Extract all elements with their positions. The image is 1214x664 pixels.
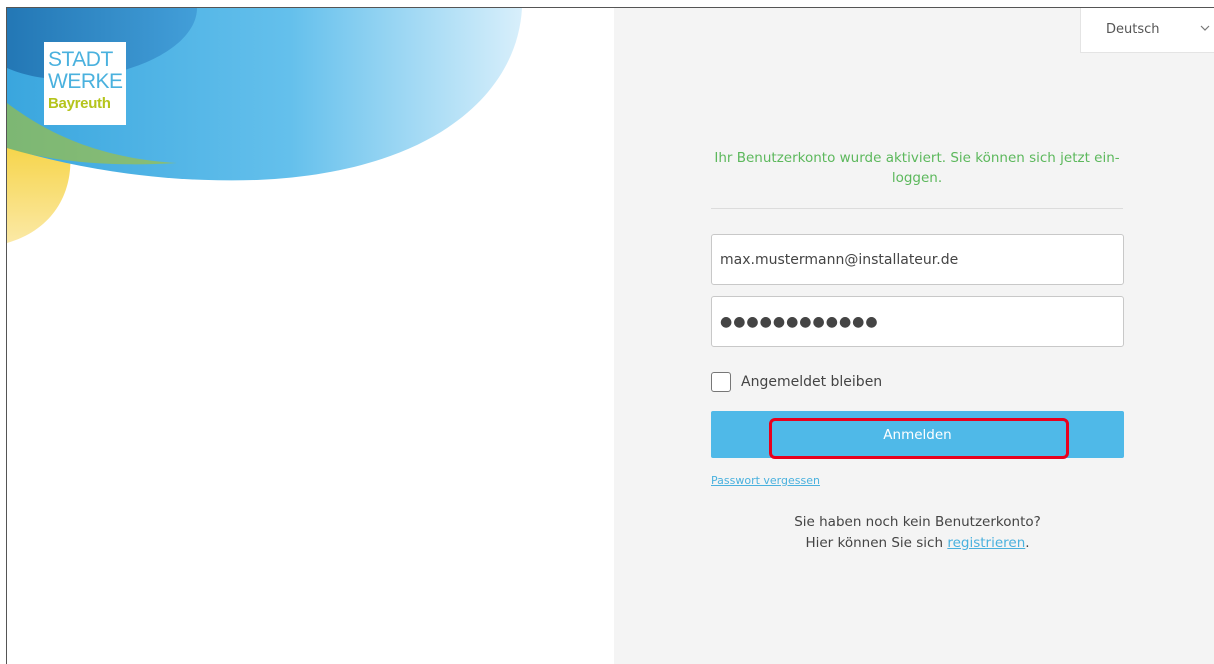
register-suffix: . bbox=[1025, 535, 1030, 551]
no-account-text: Sie haben noch kein Benutzerkonto? bbox=[794, 514, 1041, 530]
password-field[interactable]: ●●●●●●●●●●●● bbox=[711, 296, 1124, 347]
brand-panel: STADT WERKE Bayreuth bbox=[7, 8, 614, 664]
highlight-annotation bbox=[769, 418, 1069, 459]
register-prompt: Sie haben noch kein Benutzerkonto? Hier … bbox=[711, 512, 1124, 554]
language-select[interactable]: Deutsch bbox=[1080, 8, 1214, 53]
forgot-password-link[interactable]: Passwort vergessen bbox=[711, 474, 820, 487]
register-link[interactable]: registrieren bbox=[947, 535, 1025, 551]
remember-me[interactable]: Angemeldet bleiben bbox=[711, 372, 882, 392]
chevron-down-icon bbox=[1200, 25, 1210, 31]
register-line: Hier können Sie sich registrieren. bbox=[711, 533, 1124, 554]
language-selected-value: Deutsch bbox=[1106, 22, 1160, 37]
logo-text-stadt: STADT bbox=[48, 48, 113, 71]
activation-success-message: Ihr Benutzerkonto wurde aktiviert. Sie k… bbox=[714, 150, 1120, 186]
remember-me-checkbox[interactable] bbox=[711, 372, 731, 392]
remember-me-label: Angemeldet bleiben bbox=[741, 374, 883, 390]
login-panel: Deutsch Ihr Benutzerkonto wurde aktivier… bbox=[614, 8, 1214, 664]
register-prefix: Hier können Sie sich bbox=[805, 535, 948, 551]
divider bbox=[711, 208, 1123, 209]
logo-text-werke: WERKE bbox=[48, 70, 123, 93]
browser-viewport: STADT WERKE Bayreuth Deutsch Ihr Benutze… bbox=[6, 7, 1214, 664]
stadtwerke-logo: STADT WERKE Bayreuth bbox=[44, 42, 126, 125]
logo-text-bayreuth: Bayreuth bbox=[48, 95, 111, 112]
email-field[interactable]: max.mustermann@installateur.de bbox=[711, 234, 1124, 285]
